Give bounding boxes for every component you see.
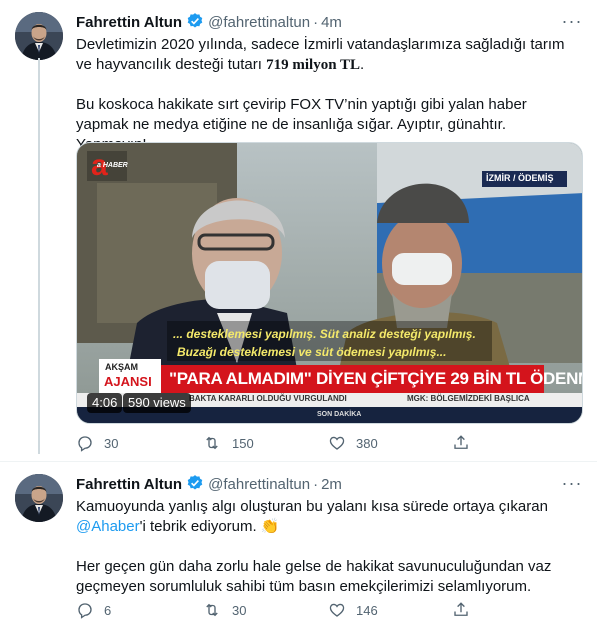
reply-button[interactable]: 30 [76,433,118,453]
separator-dot: · [313,476,319,493]
thread-line [38,58,40,454]
reply-button[interactable]: 6 [76,600,111,620]
more-options-icon[interactable]: ··· [561,12,583,34]
tweet-header: Fahrettin Altun @fahrettinaltun · 4m [76,12,342,32]
reply-count: 30 [104,435,119,451]
share-icon [454,602,468,616]
retweet-button[interactable]: 30 [202,600,246,620]
tweet-2[interactable]: Fahrettin Altun @fahrettinaltun · 2m ··· Ka… [0,462,597,625]
tweet-header: Fahrettin Altun @fahrettinaltun · 2m [76,474,342,494]
retweet-icon [206,603,218,617]
retweet-button[interactable]: 150 [202,433,254,453]
reply-icon [78,436,92,452]
tweet-text: Devletimizin 2020 yılında, sadece İzmirl… [76,35,576,155]
tweet-text-paragraph: Her geçen gün daha zorlu hale gelse de h… [76,558,552,595]
tweet-text-part: 'i tebrik ediyorum. [139,518,261,535]
verified-badge-icon [186,474,204,498]
timestamp[interactable]: 2m [321,476,342,493]
author-name[interactable]: Fahrettin Altun [76,476,182,493]
show-logo-top: AKŞAM [105,362,138,372]
reply-icon [78,603,92,619]
retweet-icon [206,436,218,450]
like-button[interactable]: 380 [328,433,378,453]
like-icon [329,436,345,450]
retweet-count: 30 [232,602,247,618]
reply-count: 6 [104,602,112,618]
tweet-text: Kamuoyunda yanlış algı oluşturan bu yala… [76,497,576,597]
avatar[interactable] [15,12,63,60]
tweet-text-part: Kamuoyunda yanlış algı oluşturan bu yala… [76,498,548,515]
avatar[interactable] [15,474,63,522]
clapping-hands-emoji: 👏 [260,518,280,535]
retweet-count: 150 [232,435,254,451]
tweet-text-bold: 719 milyon TL [266,57,361,73]
tweet-actions: 6 30 146 [76,600,496,620]
like-icon [329,603,345,617]
separator-dot: · [313,14,319,31]
share-icon [454,435,468,449]
video-player[interactable]: a a HABER İZMİR / ÖDEMİŞ ... desteklemes… [76,142,583,424]
ticker-2: MGK: BÖLGEMİZDEKİ BAŞLICA [407,394,530,403]
share-button[interactable] [452,600,480,620]
subtitle-line-2: Buzağı desteklemesi ve süt ödemesi yapıl… [177,345,447,359]
subtitle-line-1: ... desteklemesi yapılmış. Süt analiz de… [173,327,476,341]
like-button[interactable]: 146 [328,600,378,620]
channel-logo: a HABER [97,162,128,169]
timestamp[interactable]: 4m [321,14,342,31]
mention-link[interactable]: @Ahaber [76,518,140,535]
show-logo-bottom: AJANSI [104,374,152,389]
verified-badge-icon [186,12,204,36]
more-options-icon[interactable]: ··· [561,474,583,496]
location-tag: İZMİR / ÖDEMİŞ [486,173,554,183]
video-views: 590 views [123,393,191,413]
author-name[interactable]: Fahrettin Altun [76,14,182,31]
author-handle[interactable]: @fahrettinaltun [208,476,310,493]
ticker-3: SON DAKİKA [317,411,362,418]
ticker-1: BAKTA KARARLI OLDUĞU VURGULANDI [189,394,347,403]
tweet-actions: 30 150 380 [76,433,496,453]
tweet-text-part: . [360,56,365,73]
like-count: 146 [356,602,378,618]
like-count: 380 [356,435,378,451]
author-handle[interactable]: @fahrettinaltun [208,14,310,31]
tweet-1[interactable]: Fahrettin Altun @fahrettinaltun · 4m ··· De… [0,0,597,462]
share-button[interactable] [452,433,480,453]
headline: "PARA ALMADIM" DİYEN ÇİFTÇİYE 29 BİN TL … [169,369,583,388]
video-duration: 4:06 [87,393,123,413]
